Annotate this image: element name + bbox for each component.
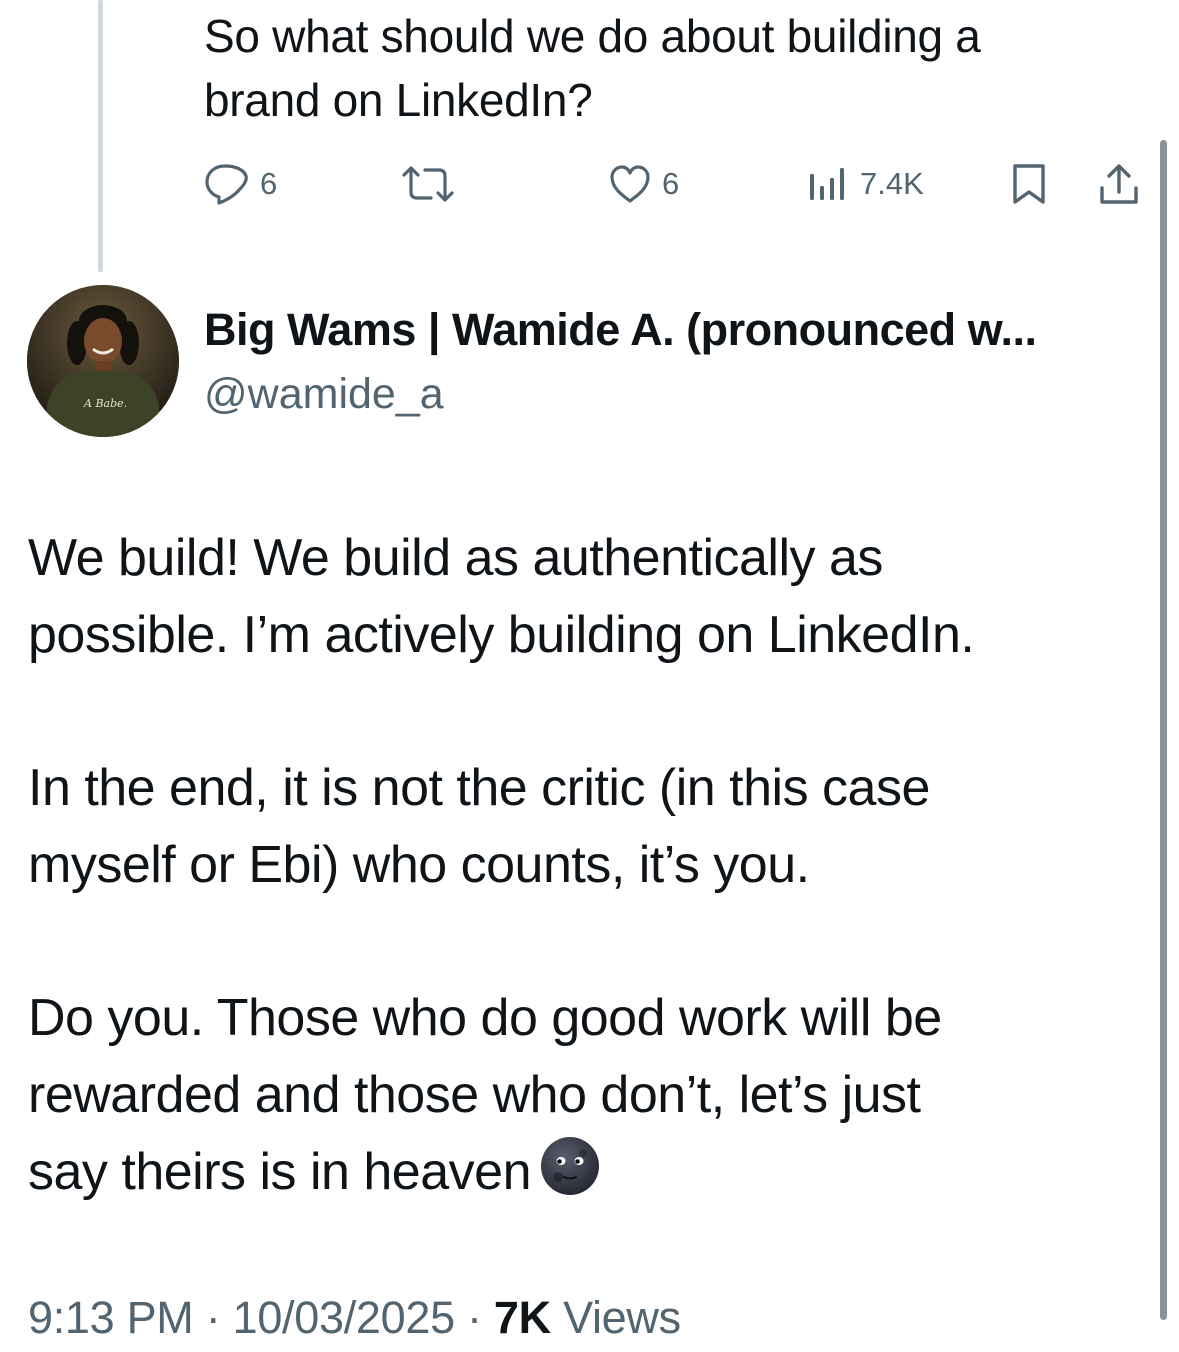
- heart-icon: [608, 163, 652, 205]
- bar-chart-icon: [806, 164, 850, 204]
- tweet-paragraph-last: Do you. Those who do good work will be r…: [28, 980, 1138, 1219]
- tweet-paragraph-text: Do you. Those who do good work will be r…: [28, 989, 942, 1201]
- like-button[interactable]: 6: [608, 160, 679, 208]
- scrollbar[interactable]: [1160, 140, 1167, 1320]
- avatar[interactable]: A Babe.: [27, 285, 179, 437]
- like-count: 6: [662, 166, 680, 201]
- bookmark-icon: [1010, 162, 1048, 206]
- reply-count: 6: [260, 166, 278, 201]
- repost-icon: [400, 164, 456, 204]
- tweet-date[interactable]: 10/03/2025: [233, 1292, 456, 1343]
- parent-tweet-text: So what should we do about building a br…: [204, 10, 981, 126]
- new-moon-face-icon: [539, 1135, 601, 1219]
- author-display-name[interactable]: Big Wams | Wamide A. (pronounced w...: [204, 300, 1037, 360]
- author-handle[interactable]: @wamide_a: [204, 364, 444, 424]
- meta-separator: ·: [205, 1292, 221, 1343]
- bookmark-button[interactable]: [1010, 160, 1048, 208]
- share-icon: [1098, 162, 1140, 206]
- parent-tweet-actions: 6 6 7.4K: [204, 160, 1144, 208]
- tweet-views-count: 7K: [493, 1292, 551, 1343]
- share-button[interactable]: [1098, 160, 1140, 208]
- tweet-views-label: Views: [563, 1292, 681, 1343]
- tweet-meta: 9:13 PM · 10/03/2025 · 7K Views: [28, 1288, 681, 1348]
- tweet-text: We build! We build as authentically as p…: [28, 520, 1138, 1219]
- tweet-time[interactable]: 9:13 PM: [28, 1292, 194, 1343]
- views-count: 7.4K: [860, 166, 924, 201]
- meta-separator: ·: [467, 1292, 482, 1343]
- repost-button[interactable]: [400, 160, 456, 208]
- views-button[interactable]: 7.4K: [806, 160, 924, 208]
- reply-icon: [204, 162, 250, 206]
- avatar-shirt-text: A Babe.: [83, 397, 127, 410]
- tweet-paragraph: In the end, it is not the critic (in thi…: [28, 759, 930, 894]
- reply-button[interactable]: 6: [204, 160, 277, 208]
- tweet-paragraph: We build! We build as authentically as p…: [28, 529, 975, 664]
- thread-connector-line: [98, 0, 103, 272]
- avatar-photo: A Babe.: [27, 285, 179, 437]
